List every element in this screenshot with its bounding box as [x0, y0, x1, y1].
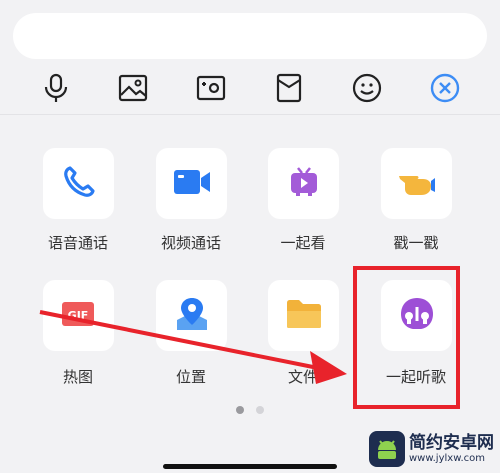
action-poke[interactable] — [381, 148, 452, 219]
action-video-call-label: 视频通话 — [160, 234, 221, 252]
red-packet-icon[interactable] — [271, 70, 307, 106]
action-watch-together-label: 一起看 — [280, 234, 326, 252]
folder-icon — [285, 298, 323, 334]
action-hot-images[interactable]: GIF — [43, 280, 114, 351]
action-poke-label: 戳一戳 — [393, 234, 439, 252]
close-circle-icon[interactable] — [427, 70, 463, 106]
divider — [0, 114, 500, 115]
phone-icon — [62, 165, 96, 203]
poke-hand-icon — [397, 167, 437, 201]
location-icon — [173, 296, 211, 336]
home-indicator[interactable] — [163, 464, 337, 469]
action-voice-call[interactable] — [43, 148, 114, 219]
action-file-label: 文件 — [287, 368, 318, 386]
watermark-title: 简约安卓网 — [409, 433, 494, 454]
svg-text:GIF: GIF — [67, 309, 88, 322]
video-icon — [173, 168, 211, 200]
action-voice-call-label: 语音通话 — [47, 234, 108, 252]
watermark-url: www.jylxw.com — [409, 452, 485, 464]
microphone-icon[interactable] — [38, 70, 74, 106]
gif-icon: GIF — [59, 298, 99, 334]
action-location-label: 位置 — [175, 368, 206, 386]
action-watch-together[interactable] — [268, 148, 339, 219]
tv-icon — [288, 166, 320, 202]
page-dot[interactable] — [256, 406, 264, 414]
watermark: 简约安卓网 www.jylxw.com — [369, 428, 497, 470]
action-video-call[interactable] — [156, 148, 227, 219]
action-location[interactable] — [156, 280, 227, 351]
camera-icon[interactable] — [193, 70, 229, 106]
page-dot-active[interactable] — [236, 406, 244, 414]
action-file[interactable] — [268, 280, 339, 351]
android-logo-icon — [369, 431, 405, 467]
message-input[interactable] — [13, 13, 487, 59]
highlight-box — [353, 266, 460, 409]
image-icon[interactable] — [115, 70, 151, 106]
emoji-icon[interactable] — [349, 70, 385, 106]
input-toolbar — [0, 62, 500, 114]
action-hot-images-label: 热图 — [62, 368, 93, 386]
